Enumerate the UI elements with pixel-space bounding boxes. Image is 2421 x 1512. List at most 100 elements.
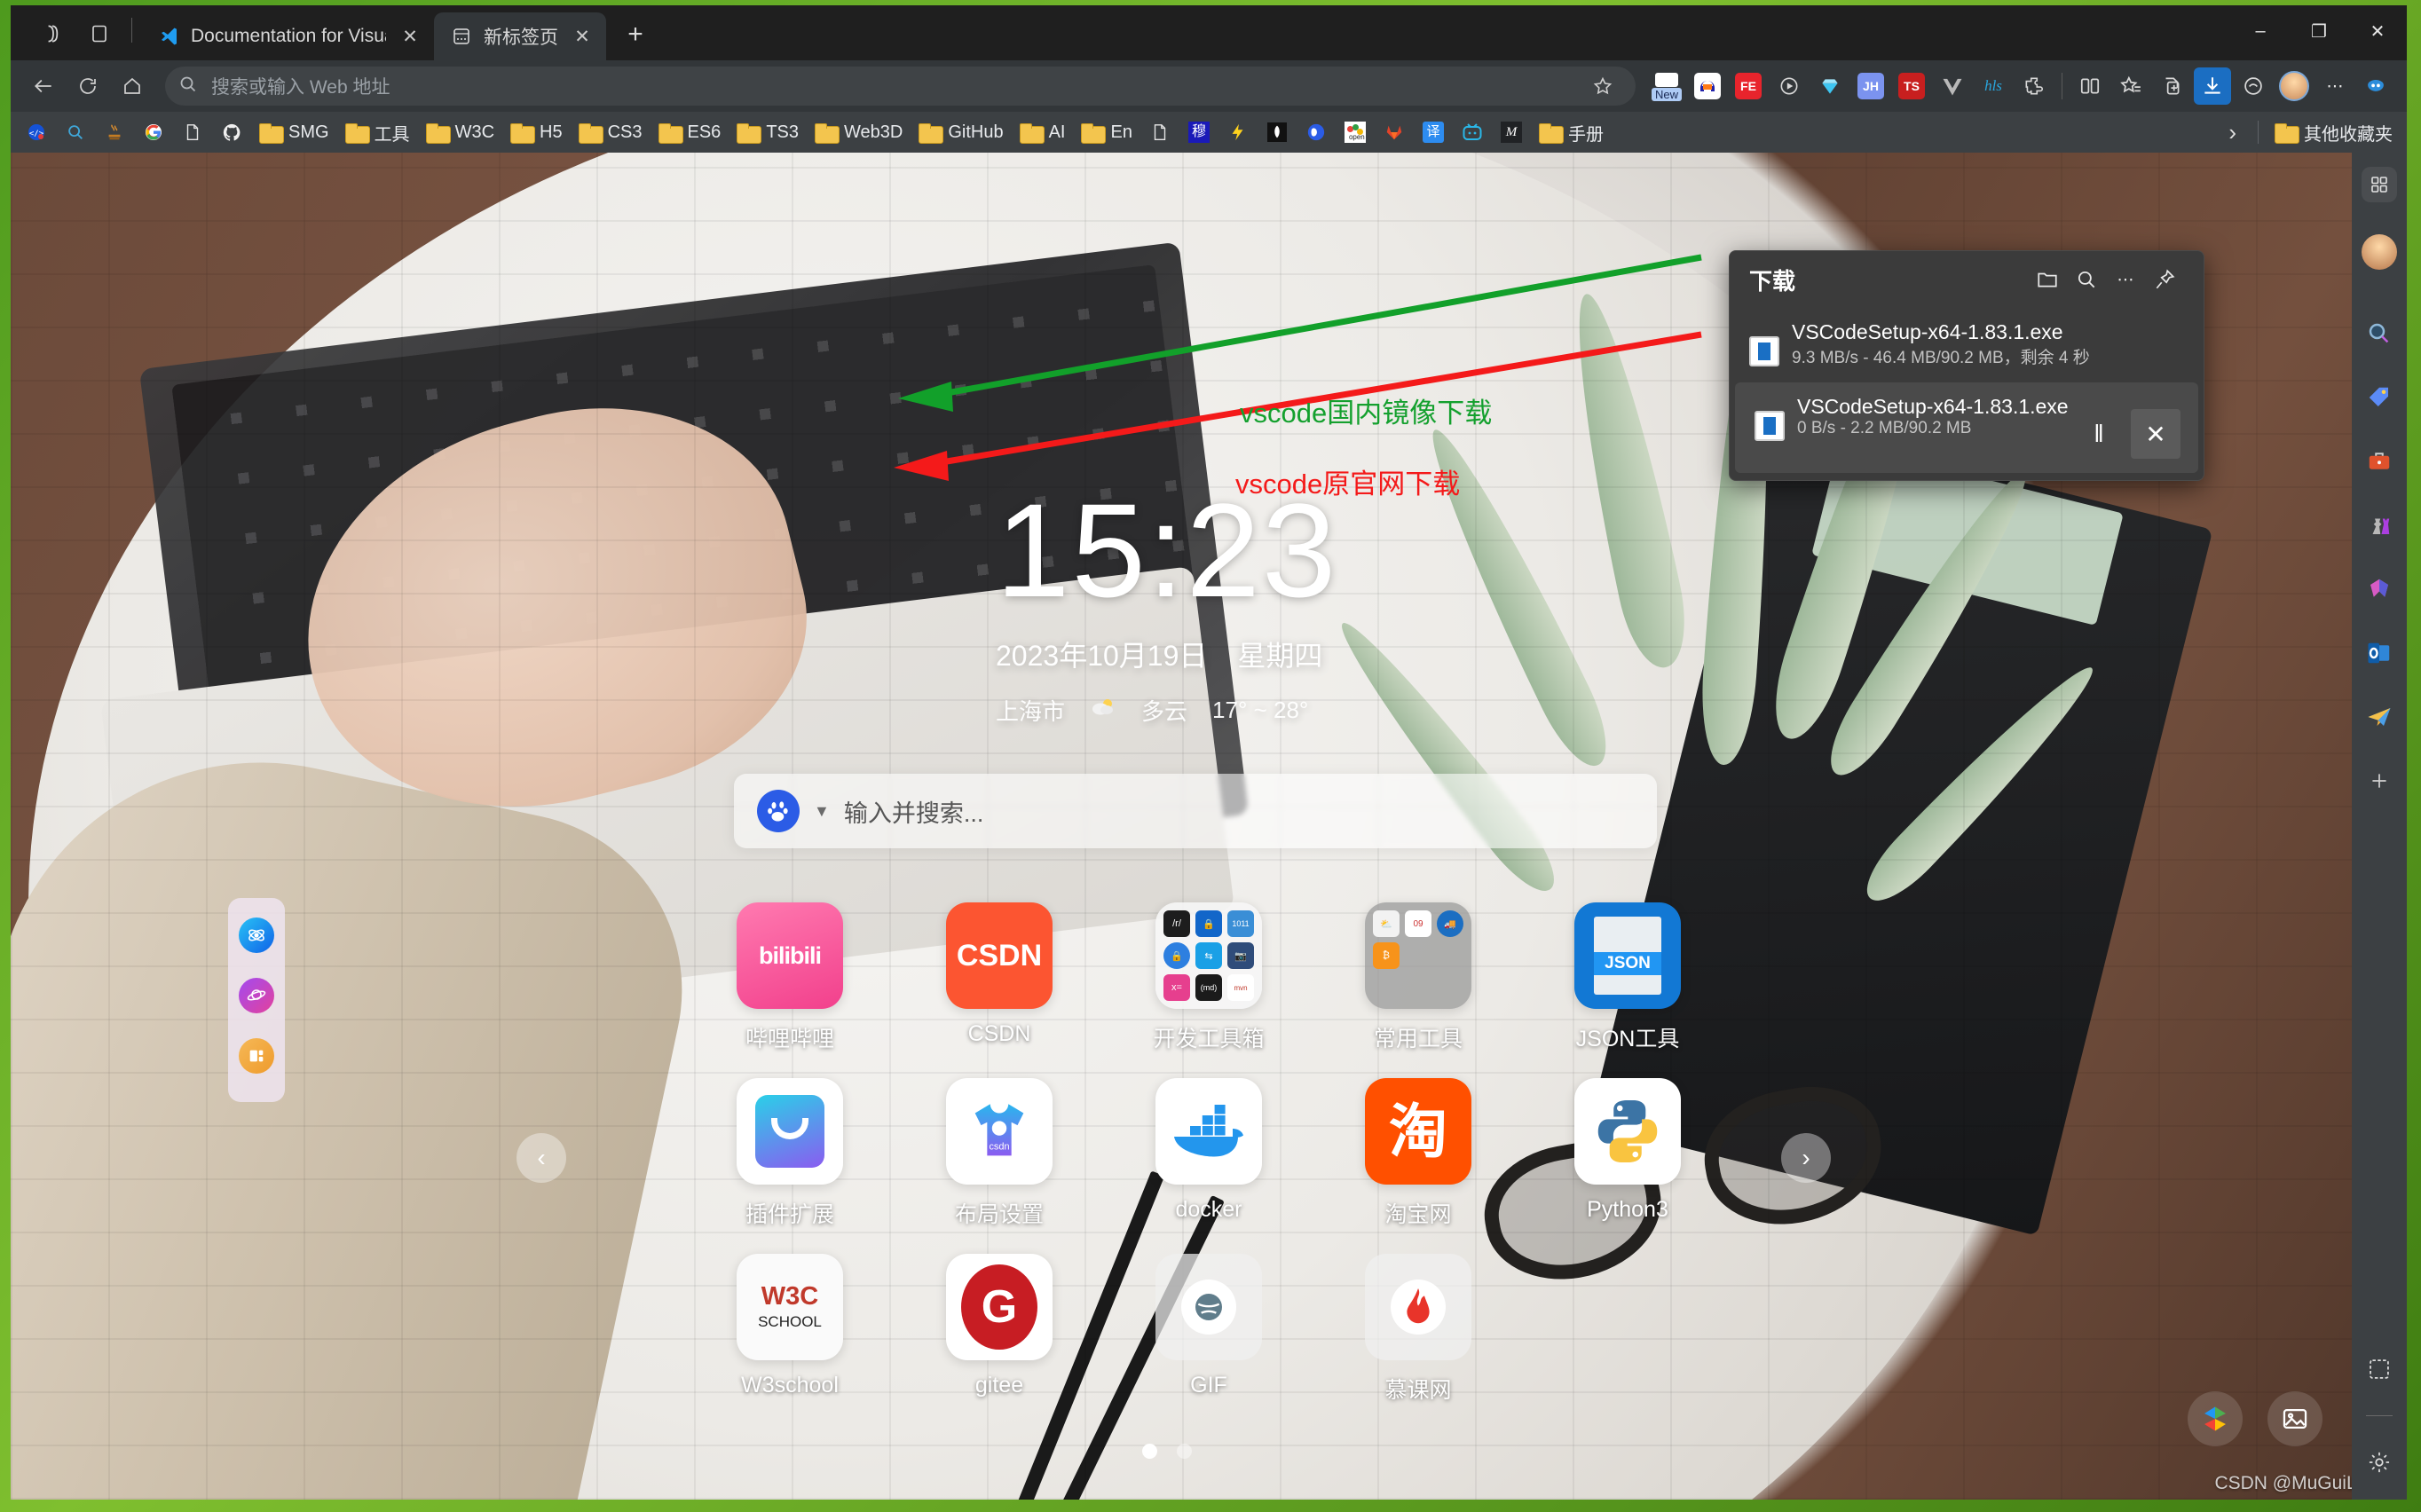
carousel-dot-1[interactable] <box>1142 1444 1157 1459</box>
new-tab-button[interactable]: + <box>615 14 656 55</box>
sidebar-settings-icon[interactable] <box>2362 1445 2397 1480</box>
audio-ext-icon[interactable] <box>1689 67 1726 105</box>
bookmark-folder-cs3[interactable]: CS3 <box>572 119 650 146</box>
bookmark-search[interactable] <box>57 117 94 147</box>
bookmark-java[interactable] <box>96 117 133 147</box>
bookmark-folder-w3c[interactable]: W3C <box>419 119 501 146</box>
bookmark-baidu[interactable] <box>1297 117 1335 147</box>
ntp-search-box[interactable]: ▼ 输入并搜索... <box>734 774 1657 848</box>
diamond-ext-icon[interactable] <box>1811 67 1849 105</box>
bookmark-folder-tools[interactable]: 工具 <box>338 116 417 149</box>
cancel-download-button[interactable]: ✕ <box>2131 409 2180 459</box>
snipaste-new-ext-icon[interactable]: New <box>1648 67 1685 105</box>
tab-close-button[interactable]: ✕ <box>397 23 423 50</box>
baidu-paw-icon[interactable] <box>757 790 800 832</box>
search-sidebar-icon[interactable] <box>2362 316 2397 351</box>
bookmark-m[interactable]: M <box>1493 117 1530 147</box>
bookmark-open[interactable]: open <box>1337 117 1374 147</box>
apps-grid-icon[interactable] <box>2362 167 2397 202</box>
ts-ext-icon[interactable]: TS <box>1893 67 1930 105</box>
user-avatar[interactable] <box>2362 234 2397 270</box>
bookmark-edge-dev[interactable]: </> <box>18 117 55 147</box>
office-icon[interactable] <box>2362 571 2397 607</box>
bookmark-lightning[interactable] <box>1219 117 1257 147</box>
tab-close-button[interactable]: ✕ <box>569 23 595 50</box>
bookmark-folder-github[interactable]: GitHub <box>911 119 1010 146</box>
bookmark-folder-web3d[interactable]: Web3D <box>808 119 910 146</box>
bookmark-translate[interactable]: 译 <box>1415 117 1452 147</box>
back-button[interactable] <box>23 66 64 106</box>
bookmark-folder-smg[interactable]: SMG <box>252 119 336 146</box>
pause-download-button[interactable]: ‖ <box>2074 409 2124 459</box>
shortcut-bilibili[interactable]: bilibili 哔哩哔哩 <box>685 902 895 1053</box>
tools-briefcase-icon[interactable] <box>2362 444 2397 479</box>
pin-downloads-button[interactable] <box>2145 260 2184 299</box>
vertical-tabs-button[interactable] <box>76 11 122 57</box>
downloads-icon[interactable] <box>2194 67 2231 105</box>
tab-actions-button[interactable] <box>30 11 76 57</box>
add-sidebar-icon[interactable] <box>2362 763 2397 799</box>
layout-rail-icon[interactable] <box>239 1038 274 1074</box>
more-options-button[interactable]: ⋯ <box>2106 260 2145 299</box>
tab-documentation[interactable]: Documentation for Visual Studio ✕ <box>141 12 434 60</box>
games-chess-icon[interactable] <box>2362 508 2397 543</box>
bookmark-leaf[interactable] <box>1258 117 1296 147</box>
search-downloads-button[interactable] <box>2067 260 2106 299</box>
atom-rail-icon[interactable] <box>239 917 274 953</box>
shortcut-taobao[interactable]: 淘 淘宝网 <box>1313 1078 1523 1229</box>
bookmark-github[interactable] <box>213 117 250 147</box>
shortcut-json-tools[interactable]: JSON JSON工具 <box>1523 902 1732 1053</box>
bookmark-folder-ts3[interactable]: TS3 <box>729 119 806 146</box>
collections-icon[interactable] <box>2153 67 2190 105</box>
bookmark-page-2[interactable] <box>1141 117 1179 147</box>
puzzle-ext-icon[interactable] <box>2015 67 2053 105</box>
browser-essentials-icon[interactable] <box>2235 67 2272 105</box>
close-window-button[interactable]: ✕ <box>2348 5 2407 57</box>
bookmark-bilibili[interactable] <box>1454 117 1491 147</box>
carousel-prev-button[interactable]: ‹ <box>517 1133 566 1183</box>
shortcut-extensions[interactable]: 插件扩展 <box>685 1078 895 1229</box>
shortcut-docker[interactable]: docker <box>1104 1078 1313 1229</box>
wallpaper-image-icon[interactable] <box>2267 1391 2322 1446</box>
bookmark-mu[interactable]: 穆 <box>1180 117 1218 147</box>
bookmark-folder-ai[interactable]: AI <box>1013 119 1073 146</box>
shortcut-python3[interactable]: Python3 <box>1523 1078 1732 1229</box>
favorites-overflow-chevron[interactable]: › <box>2216 119 2249 146</box>
shortcut-csdn[interactable]: CSDN CSDN <box>895 902 1104 1053</box>
shortcut-imooc[interactable]: 慕课网 <box>1313 1254 1523 1405</box>
shortcut-gif[interactable]: GIF <box>1104 1254 1313 1405</box>
bookmark-folder-h5[interactable]: H5 <box>503 119 570 146</box>
hls-ext-icon[interactable]: hls <box>1975 67 2012 105</box>
bookmark-other-favorites[interactable]: 其他收藏夹 <box>2267 116 2400 149</box>
carousel-next-button[interactable]: › <box>1781 1133 1831 1183</box>
more-settings-button[interactable]: ⋯ <box>2316 67 2354 105</box>
bookmark-google[interactable] <box>135 117 172 147</box>
download-item[interactable]: VSCodeSetup-x64-1.83.1.exe 9.3 MB/s - 46… <box>1730 308 2204 382</box>
shortcut-layout-settings[interactable]: csdn 布局设置 <box>895 1078 1104 1229</box>
colorful-kite-icon[interactable] <box>2188 1391 2243 1446</box>
shopping-tag-icon[interactable] <box>2362 380 2397 415</box>
jh-ext-icon[interactable]: JH <box>1852 67 1889 105</box>
bookmark-folder-manual[interactable]: 手册 <box>1532 116 1611 149</box>
video-play-ext-icon[interactable] <box>1770 67 1808 105</box>
home-button[interactable] <box>112 66 153 106</box>
favorite-star-icon[interactable] <box>1582 66 1623 106</box>
bookmark-folder-es6[interactable]: ES6 <box>651 119 729 146</box>
outlook-icon[interactable] <box>2362 635 2397 671</box>
search-engine-caret[interactable]: ▼ <box>814 802 830 821</box>
tab-new-tab-page[interactable]: 新标签页 ✕ <box>434 12 606 60</box>
maximize-button[interactable]: ❐ <box>2290 5 2348 57</box>
shortcut-common-tools[interactable]: ⛅ 09 🚚 ₿ 常用工具 <box>1313 902 1523 1053</box>
vue-devtools-ext-icon[interactable] <box>1934 67 1971 105</box>
shortcut-gitee[interactable]: G gitee <box>895 1254 1104 1405</box>
telegram-icon[interactable] <box>2362 699 2397 735</box>
open-folder-button[interactable] <box>2028 260 2067 299</box>
shortcut-dev-toolbox[interactable]: /r/🔒 1011 🔒 ⇆ 📷 x= (md) mvn 开发工具箱 <box>1104 902 1313 1053</box>
planet-rail-icon[interactable] <box>239 978 274 1013</box>
fe-helper-ext-icon[interactable]: FE <box>1730 67 1767 105</box>
refresh-button[interactable] <box>67 66 108 106</box>
screenshot-scissors-icon[interactable] <box>2362 1351 2397 1387</box>
shortcut-w3school[interactable]: W3C SCHOOL W3school <box>685 1254 895 1405</box>
bookmark-page[interactable] <box>174 117 211 147</box>
copilot-icon[interactable] <box>2357 67 2394 105</box>
